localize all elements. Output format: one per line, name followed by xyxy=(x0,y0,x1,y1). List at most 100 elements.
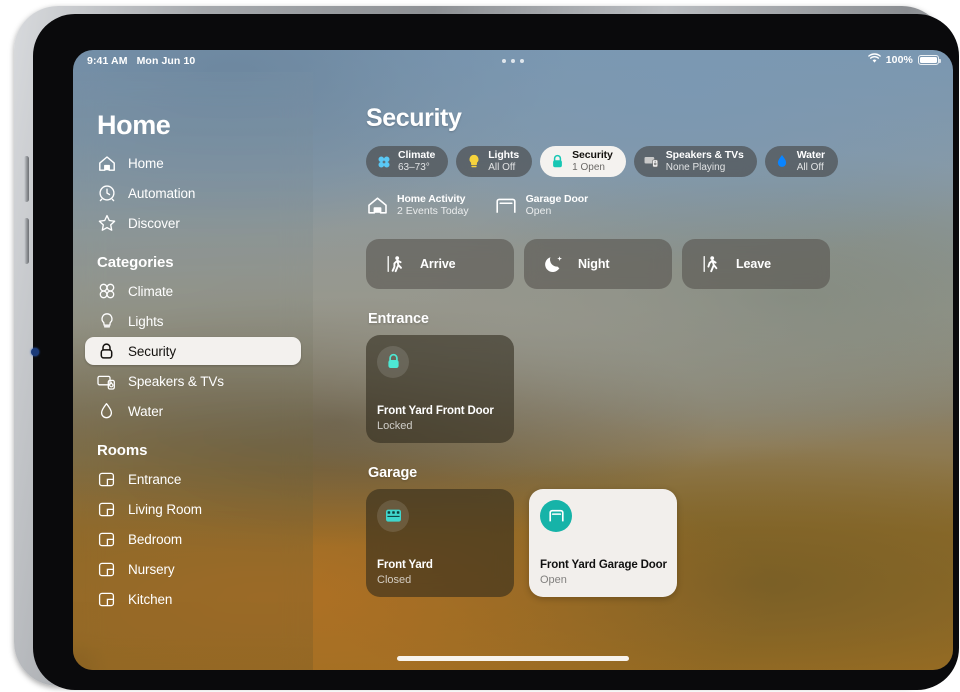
lightbulb-icon xyxy=(97,312,116,331)
sidebar-categories-header: Categories xyxy=(97,254,174,271)
status-summary-row: Home Activity 2 Events Today Garage Door… xyxy=(366,193,953,218)
status-pill-subtitle: 63–73° xyxy=(398,161,430,173)
lock-icon xyxy=(97,342,116,361)
status-pill-speakers-tvs[interactable]: Speakers & TVs None Playing xyxy=(633,146,757,177)
moon-icon xyxy=(544,254,564,274)
clock-icon xyxy=(97,184,116,203)
sidebar-rooms-header: Rooms xyxy=(97,442,148,459)
status-pill-title: Speakers & TVs xyxy=(665,149,744,162)
status-bar-right: 100% xyxy=(867,53,941,67)
person-arrive-icon xyxy=(386,254,406,274)
sidebar-item-label: Speakers & TVs xyxy=(128,373,224,389)
status-item-subtitle: 2 Events Today xyxy=(397,205,469,218)
fan-icon xyxy=(97,282,116,301)
status-item-subtitle: Open xyxy=(525,205,552,218)
sidebar-item-speakers-tvs[interactable]: Speakers & TVs xyxy=(85,367,301,395)
sidebar-item-kitchen[interactable]: Kitchen xyxy=(85,585,301,613)
status-pill-title: Lights xyxy=(488,149,520,162)
sidebar-item-label: Security xyxy=(128,343,176,359)
page-title: Security xyxy=(366,104,462,132)
sidebar-item-home[interactable]: Home xyxy=(85,149,301,177)
tv-speaker-icon xyxy=(97,372,116,391)
volume-up-button[interactable] xyxy=(24,156,29,202)
lock-icon xyxy=(550,154,565,169)
scene-button-arrive[interactable]: Arrive xyxy=(366,238,514,289)
sidebar-item-living-room[interactable]: Living Room xyxy=(85,495,301,523)
house-icon xyxy=(366,194,388,216)
sidebar-item-automation[interactable]: Automation xyxy=(85,179,301,207)
water-drop-icon xyxy=(775,154,790,169)
status-pill-subtitle: None Playing xyxy=(665,161,726,173)
status-bar-date: Mon Jun 10 xyxy=(136,55,196,67)
status-pill-water[interactable]: Water All Off xyxy=(764,146,839,177)
multitasking-dots-icon[interactable] xyxy=(502,59,524,63)
lock-icon xyxy=(377,345,409,378)
room-icon xyxy=(97,590,116,609)
status-pill-subtitle: All Off xyxy=(488,161,516,173)
tile-state: Open xyxy=(540,573,567,586)
sidebar-item-water[interactable]: Water xyxy=(85,397,301,425)
tile-state: Closed xyxy=(377,573,412,586)
status-pill-title: Security xyxy=(572,149,613,162)
room-icon xyxy=(97,470,116,489)
status-pill-climate[interactable]: Climate 63–73° xyxy=(366,146,449,177)
scene-button-row: Arrive Night Leave xyxy=(366,238,953,289)
sidebar-item-label: Home xyxy=(128,155,164,171)
status-item-title: Home Activity xyxy=(397,193,466,205)
status-pill-subtitle: 1 Open xyxy=(572,161,605,173)
room-icon xyxy=(97,560,116,579)
sidebar-item-security[interactable]: Security xyxy=(85,337,301,365)
volume-down-button[interactable] xyxy=(24,218,29,264)
home-indicator[interactable] xyxy=(397,656,629,661)
scene-button-leave[interactable]: Leave xyxy=(682,238,830,289)
room-icon xyxy=(97,500,116,519)
sidebar-item-climate[interactable]: Climate xyxy=(85,277,301,305)
side-indicator-dot xyxy=(31,348,39,356)
sidebar-item-label: Kitchen xyxy=(128,591,173,607)
status-bar-time: 9:41 AM xyxy=(87,55,128,67)
person-leave-icon xyxy=(702,254,722,274)
accessory-tile-front-yard-garage-door[interactable]: Front Yard Garage Door Open xyxy=(529,488,677,597)
tv-speaker-icon xyxy=(644,154,659,169)
status-pill-security[interactable]: Security 1 Open xyxy=(540,146,626,177)
section-title-entrance: Entrance xyxy=(368,310,429,327)
tile-name: Front Yard xyxy=(377,558,433,571)
garage-door-icon xyxy=(540,499,572,532)
status-pill-text: Security 1 Open xyxy=(572,149,613,173)
ipad-screen: 9:41 AM Mon Jun 10 100% Home Home Automa… xyxy=(73,50,953,670)
status-pill-title: Water xyxy=(796,149,826,162)
ipad-frame: 9:41 AM Mon Jun 10 100% Home Home Automa… xyxy=(14,6,959,690)
garage-door-icon xyxy=(495,194,517,216)
sidebar: Home Home Automation Discover Categories… xyxy=(73,72,313,670)
accessory-tile-front-yard-front-door[interactable]: Front Yard Front Door Locked xyxy=(366,334,514,443)
sidebar-item-label: Nursery xyxy=(128,561,175,577)
status-pill-text: Climate 63–73° xyxy=(398,149,435,173)
tile-name: Front Yard Front Door xyxy=(377,404,494,417)
tile-row-entrance: Front Yard Front Door Locked xyxy=(366,334,953,443)
status-item-home-activity[interactable]: Home Activity 2 Events Today xyxy=(366,193,469,218)
sidebar-item-label: Discover xyxy=(128,215,180,231)
water-drop-icon xyxy=(97,402,116,421)
status-pill-lights[interactable]: Lights All Off xyxy=(456,146,533,177)
status-item-garage-door[interactable]: Garage Door Open xyxy=(495,193,589,218)
tile-name: Front Yard Garage Door xyxy=(540,558,667,571)
scene-label: Leave xyxy=(736,256,771,271)
battery-icon xyxy=(918,54,941,66)
sidebar-item-nursery[interactable]: Nursery xyxy=(85,555,301,583)
sidebar-item-label: Lights xyxy=(128,313,164,329)
sidebar-item-label: Climate xyxy=(128,283,174,299)
scene-button-night[interactable]: Night xyxy=(524,238,672,289)
sidebar-item-label: Entrance xyxy=(128,471,182,487)
status-pill-subtitle: All Off xyxy=(796,161,824,173)
status-item-text: Garage Door Open xyxy=(526,193,589,218)
wifi-icon xyxy=(867,53,881,67)
sidebar-item-lights[interactable]: Lights xyxy=(85,307,301,335)
fan-icon xyxy=(376,154,391,169)
sidebar-item-entrance[interactable]: Entrance xyxy=(85,465,301,493)
status-pill-text: Speakers & TVs None Playing xyxy=(665,149,744,173)
status-bar: 9:41 AM Mon Jun 10 100% xyxy=(73,50,953,72)
accessory-tile-front-yard[interactable]: Front Yard Closed xyxy=(366,488,514,597)
sidebar-item-bedroom[interactable]: Bedroom xyxy=(85,525,301,553)
sidebar-item-discover[interactable]: Discover xyxy=(85,209,301,237)
lightbulb-icon xyxy=(466,154,481,169)
